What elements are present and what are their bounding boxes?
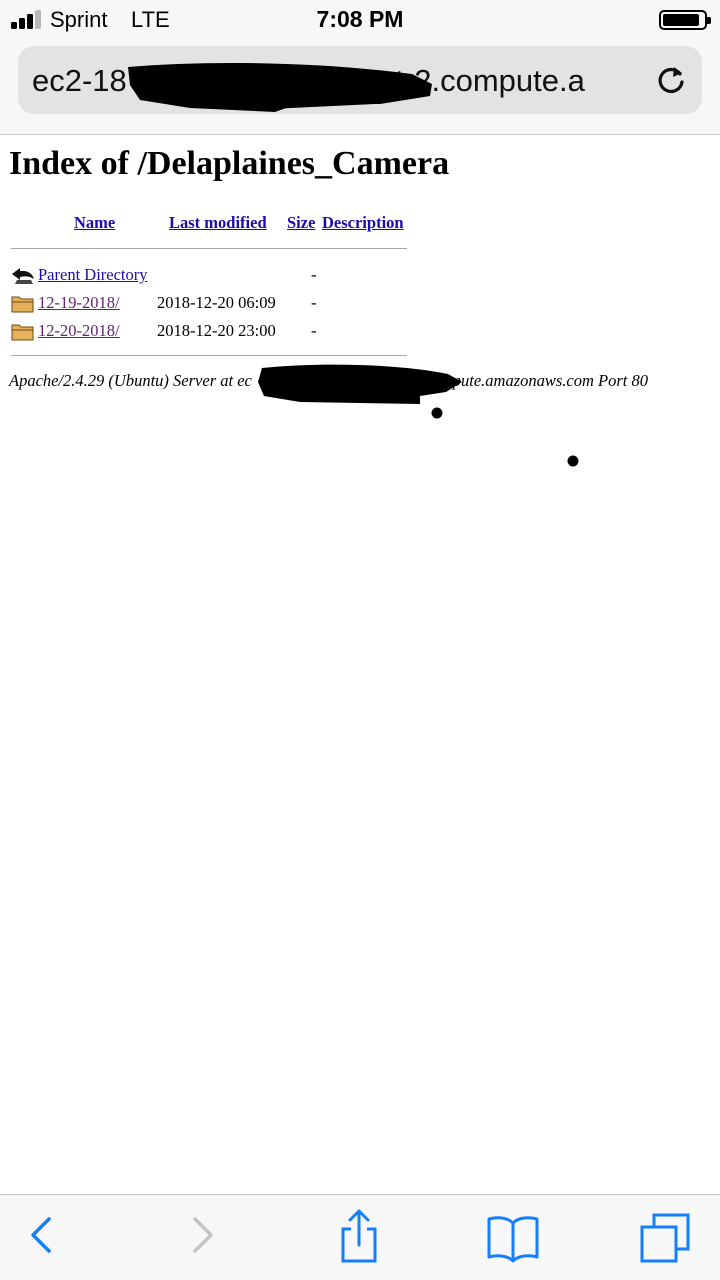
url-end: st-2.compute.a: [379, 63, 585, 98]
share-icon[interactable]: [329, 1205, 389, 1265]
tabs-icon[interactable]: [636, 1205, 696, 1265]
redaction-scribbles: [128, 62, 579, 467]
status-time: 7:08 PM: [316, 6, 404, 32]
list-item: 12-19-2018/ 2018-12-20 06:09 -: [9, 290, 409, 316]
footer-divider: [11, 355, 407, 356]
page-title: Index of /Delaplaines_Camera: [9, 145, 450, 182]
parent-directory-link[interactable]: Parent Directory: [38, 265, 148, 285]
folder-icon: [11, 296, 34, 313]
row-size: -: [311, 293, 317, 312]
row-size: -: [311, 321, 317, 340]
url-text[interactable]: ec2-18 st-2.compute.a: [32, 63, 644, 99]
folder-link[interactable]: 12-19-2018/: [38, 293, 120, 313]
row-last-modified: 2018-12-20 06:09: [157, 293, 276, 312]
status-bar: Sprint LTE 7:08 PM: [0, 0, 720, 40]
server-signature-prefix: Apache/2.4.29 (Ubuntu) Server at ec: [9, 371, 252, 390]
column-header-last-modified[interactable]: Last modified: [169, 213, 267, 233]
server-signature: Apache/2.4.29 (Ubuntu) Server at ec mpute…: [9, 371, 648, 391]
folder-link[interactable]: 12-20-2018/: [38, 321, 120, 341]
bookmarks-icon[interactable]: [483, 1205, 543, 1265]
back-arrow-icon: [12, 268, 34, 284]
parent-directory-row: Parent Directory -: [9, 262, 409, 288]
row-size: -: [311, 265, 317, 284]
column-header-size[interactable]: Size: [287, 213, 315, 233]
reload-icon[interactable]: [654, 63, 688, 97]
server-signature-suffix: mpute.amazonaws.com Port 80: [440, 371, 649, 390]
browser-address-area: ec2-18 st-2.compute.a: [0, 40, 720, 135]
column-header-description[interactable]: Description: [322, 213, 404, 233]
row-last-modified: 2018-12-20 23:00: [157, 321, 276, 340]
address-bar[interactable]: ec2-18 st-2.compute.a: [18, 46, 702, 114]
url-start: ec2-18: [32, 63, 127, 98]
list-item: 12-20-2018/ 2018-12-20 23:00 -: [9, 318, 409, 344]
back-chevron-icon[interactable]: [12, 1205, 72, 1265]
browser-toolbar: [0, 1194, 720, 1280]
folder-icon: [11, 324, 34, 341]
column-header-name[interactable]: Name: [74, 213, 115, 233]
header-divider: [11, 248, 407, 249]
battery-icon: [659, 10, 711, 30]
forward-chevron-icon[interactable]: [172, 1205, 232, 1265]
